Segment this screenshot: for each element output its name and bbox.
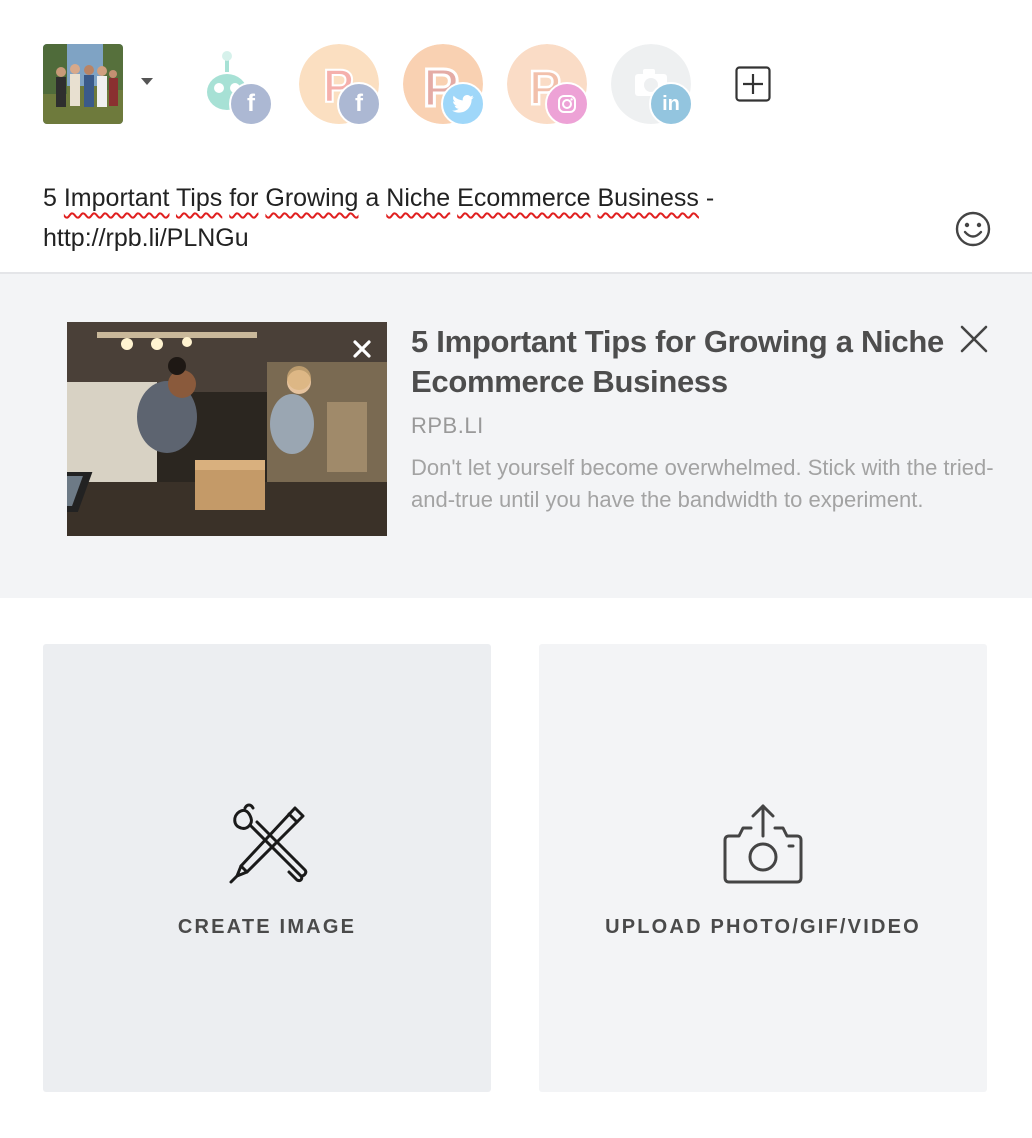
post-text-word: Ecommerce <box>457 184 591 212</box>
post-text-suffix: - <box>698 184 715 212</box>
profile-camera-linkedin[interactable]: in <box>611 44 693 126</box>
profile-selector-bar: f P f P P in <box>43 44 1003 126</box>
add-profile-icon[interactable] <box>735 66 771 102</box>
account-dropdown-caret-icon[interactable] <box>141 78 153 85</box>
post-text-url: http://rpb.li/PLNGu <box>43 224 249 252</box>
post-text-word: Growing <box>265 184 359 212</box>
article-photo-image <box>67 322 387 536</box>
create-image-button[interactable]: CREATE IMAGE <box>43 644 491 1092</box>
post-text-word: Niche <box>386 184 451 212</box>
post-text-word: 5 <box>43 184 57 212</box>
camera-upload-icon <box>723 804 803 884</box>
remove-thumbnail-icon[interactable] <box>351 338 373 360</box>
twitter-icon <box>441 82 485 126</box>
profile-p-facebook[interactable]: P f <box>299 44 381 126</box>
link-preview-title: 5 Important Tips for Growing a Niche Eco… <box>411 324 944 399</box>
post-text-input[interactable]: 5 Important Tips for Growing a Niche Eco… <box>43 178 803 258</box>
link-preview-thumbnail <box>67 322 387 536</box>
link-preview-domain: RPB.LI <box>411 413 484 438</box>
profile-p-instagram[interactable]: P <box>507 44 589 126</box>
profile-bot-facebook[interactable]: f <box>191 44 273 126</box>
facebook-icon: f <box>337 82 381 126</box>
post-text-word: for <box>229 184 259 212</box>
post-text-line-1: 5 Important Tips for Growing a Niche Eco… <box>43 184 699 212</box>
facebook-icon: f <box>229 82 273 126</box>
upload-media-button[interactable]: UPLOAD PHOTO/GIF/VIDEO <box>539 644 987 1092</box>
post-text-word: Business <box>597 184 699 212</box>
group-photo-image <box>43 44 123 124</box>
brush-pen-icon <box>229 803 308 884</box>
profile-p-twitter[interactable]: P <box>403 44 485 126</box>
linkedin-icon: in <box>649 82 693 126</box>
instagram-icon <box>545 82 589 126</box>
emoji-picker-icon[interactable] <box>954 210 992 248</box>
post-text-word: Tips <box>175 184 223 212</box>
create-image-label: CREATE IMAGE <box>177 916 357 938</box>
post-text-word: Important <box>63 184 170 212</box>
upload-media-label: UPLOAD PHOTO/GIF/VIDEO <box>605 916 921 938</box>
link-preview-card: 5 Important Tips for Growing a Niche Eco… <box>0 272 1032 598</box>
close-preview-icon[interactable] <box>959 324 989 354</box>
user-avatar[interactable] <box>43 44 123 124</box>
link-preview-description: Don't let yourself become overwhelmed. S… <box>411 455 994 512</box>
post-text-word: a <box>365 184 380 212</box>
